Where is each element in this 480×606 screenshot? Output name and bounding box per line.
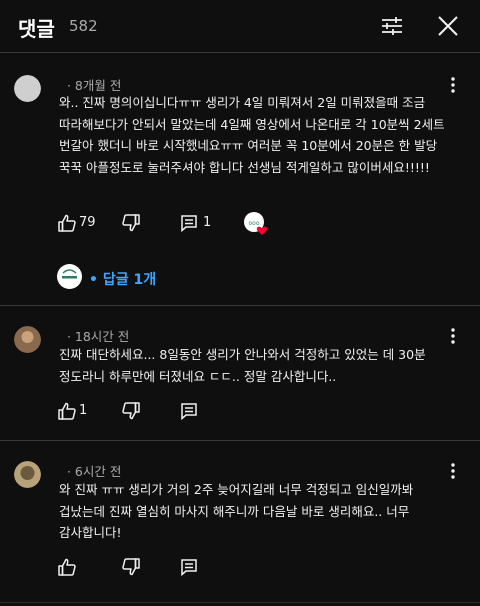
header-divider bbox=[0, 52, 480, 53]
comment-icon bbox=[179, 213, 199, 233]
thumb-up-icon bbox=[57, 401, 77, 421]
comment-menu-button[interactable] bbox=[446, 462, 460, 480]
avatar[interactable] bbox=[14, 461, 41, 488]
creator-heart: ooo bbox=[243, 211, 269, 237]
reply-button[interactable] bbox=[179, 401, 199, 421]
thumb-up-icon bbox=[57, 557, 77, 577]
comment-text: 와.. 진짜 명의이십니다ㅠㅠ 생리가 4일 미뤄져서 2일 미뤄졌을때 조금 … bbox=[59, 95, 445, 175]
more-vert-icon bbox=[446, 462, 460, 480]
like-button[interactable] bbox=[57, 213, 77, 233]
comment-menu-button[interactable] bbox=[446, 327, 460, 345]
reply-button[interactable] bbox=[179, 213, 199, 233]
comment-divider bbox=[0, 305, 480, 306]
thumb-down-icon bbox=[121, 401, 141, 421]
thumb-down-icon bbox=[121, 557, 141, 577]
reply-button[interactable] bbox=[179, 557, 199, 577]
thumb-down-icon bbox=[121, 213, 141, 233]
filter-button[interactable] bbox=[378, 12, 406, 40]
comment-meta: · 6시간 전 bbox=[59, 464, 122, 479]
comments-header: 댓글 582 bbox=[0, 0, 480, 52]
comment-divider bbox=[0, 440, 480, 441]
like-button[interactable] bbox=[57, 401, 77, 421]
view-replies-button[interactable]: • 답글 1개 bbox=[89, 269, 156, 289]
tune-icon bbox=[378, 12, 406, 40]
comment-text: 와 진짜 ㅠㅠ 생리가 거의 2주 늦어지길래 너무 걱정되고 임신일까봐 겁났… bbox=[59, 482, 414, 540]
close-icon bbox=[434, 12, 462, 40]
dislike-button[interactable] bbox=[121, 401, 141, 421]
comment-meta: · 18시간 전 bbox=[59, 329, 130, 344]
more-vert-icon bbox=[446, 327, 460, 345]
avatar[interactable] bbox=[14, 326, 41, 353]
like-count: 79 bbox=[79, 215, 96, 230]
reply-count: 1 bbox=[203, 215, 212, 230]
dislike-button[interactable] bbox=[121, 557, 141, 577]
dislike-button[interactable] bbox=[121, 213, 141, 233]
comment-text: 진짜 대단하세요... 8일동안 생리가 안나와서 걱정하고 있었는 데 30분… bbox=[59, 347, 426, 384]
panel-title: 댓글 bbox=[18, 17, 55, 41]
svg-text:ooo: ooo bbox=[248, 220, 259, 227]
like-button[interactable] bbox=[57, 557, 77, 577]
reply-avatar bbox=[57, 264, 82, 289]
thumb-up-icon bbox=[57, 213, 77, 233]
comment-icon bbox=[179, 557, 199, 577]
avatar[interactable] bbox=[14, 75, 41, 102]
like-count: 1 bbox=[79, 403, 88, 418]
comment-icon bbox=[179, 401, 199, 421]
close-button[interactable] bbox=[434, 12, 462, 40]
comment-count: 582 bbox=[69, 17, 98, 35]
bottom-edge bbox=[0, 602, 480, 603]
